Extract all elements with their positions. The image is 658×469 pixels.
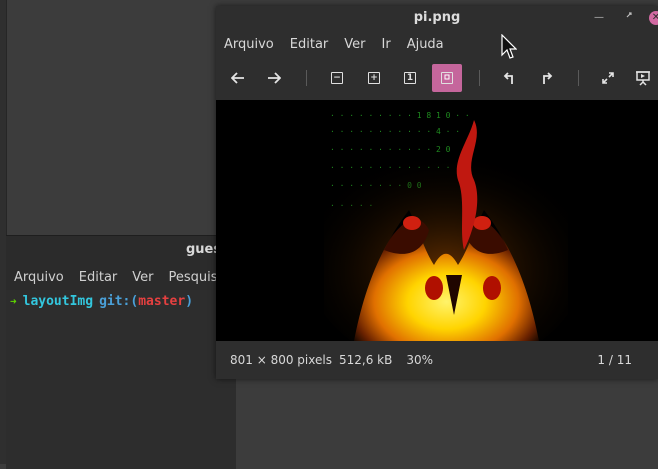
displayed-image: · · · · · · · · · 1 8 1 0 · · · · · · · … [324, 100, 568, 341]
viewer-statusbar: 801 × 800 pixels 512,6 kB 30% 1 / 11 [216, 341, 658, 379]
mouse-pointer-icon [501, 34, 517, 59]
viewer-toolbar: − + 1 [216, 56, 658, 100]
slideshow-button[interactable] [628, 64, 658, 92]
next-image-button[interactable] [259, 64, 289, 92]
rotate-right-icon [543, 72, 553, 84]
previous-image-button[interactable] [223, 64, 253, 92]
close-icon[interactable]: ✕ [649, 11, 658, 25]
image-file-size: 512,6 kB [338, 353, 393, 367]
rotate-left-icon [503, 72, 513, 84]
fullscreen-button[interactable] [593, 64, 623, 92]
minimize-icon[interactable]: — [592, 11, 606, 25]
arrow-right-icon [268, 72, 281, 84]
zoom-out-button[interactable]: − [322, 64, 352, 92]
image-dimensions: 801 × 800 pixels [230, 353, 332, 367]
terminal-titlebar[interactable]: gues [6, 236, 236, 264]
terminal-menu-arquivo[interactable]: Arquivo [14, 270, 64, 285]
svg-text:· · · · · · · · · 1 8 1: · · · · · · · · · 1 8 1 0 · · [330, 111, 470, 120]
normal-size-icon: 1 [404, 72, 416, 84]
prompt-arrow-icon: ➜ [10, 295, 17, 308]
arrow-left-icon [231, 72, 244, 84]
terminal-window[interactable]: gues Arquivo Editar Ver Pesquisar ➜ layo… [6, 235, 236, 469]
viewer-menu-ir[interactable]: Ir [382, 37, 391, 52]
terminal-menubar: Arquivo Editar Ver Pesquisar [6, 264, 236, 290]
viewer-titlebar[interactable]: pi.png — ✕ [216, 6, 658, 32]
image-page-counter: 1 / 11 [597, 353, 632, 367]
rotate-right-button[interactable] [532, 64, 562, 92]
terminal-body[interactable]: ➜ layoutImg git:(master) [6, 290, 236, 469]
fullscreen-icon [602, 72, 614, 84]
viewer-menu-ver[interactable]: Ver [344, 37, 365, 52]
rotate-left-button[interactable] [494, 64, 524, 92]
image-viewer-window[interactable]: pi.png — ✕ Arquivo Editar Ver Ir Ajuda −… [216, 6, 658, 379]
image-canvas[interactable]: · · · · · · · · · 1 8 1 0 · · · · · · · … [216, 100, 658, 341]
terminal-menu-ver[interactable]: Ver [132, 270, 153, 285]
prompt-cwd: layoutImg [22, 294, 94, 309]
svg-text:· · · · · · · · · · · 4: · · · · · · · · · · · 4 · · [330, 127, 460, 136]
viewer-menu-ajuda[interactable]: Ajuda [407, 37, 444, 52]
viewer-menubar: Arquivo Editar Ver Ir Ajuda [216, 32, 658, 56]
viewer-menu-editar[interactable]: Editar [290, 37, 329, 52]
prompt-branch: master [138, 294, 186, 309]
best-fit-icon [441, 72, 453, 84]
terminal-menu-editar[interactable]: Editar [79, 270, 118, 285]
terminal-prompt: ➜ layoutImg git:(master) [6, 294, 236, 309]
best-fit-button[interactable] [432, 64, 462, 92]
toolbar-separator [479, 70, 480, 86]
normal-size-button[interactable]: 1 [395, 64, 425, 92]
maximize-icon[interactable] [623, 11, 637, 25]
slideshow-icon [636, 71, 650, 86]
zoom-in-icon: + [368, 72, 380, 84]
toolbar-separator [578, 70, 579, 86]
zoom-level: 30% [406, 353, 433, 367]
zoom-in-button[interactable]: + [359, 64, 389, 92]
prompt-git: git:(master) [99, 294, 194, 309]
zoom-out-icon: − [331, 72, 343, 84]
toolbar-separator [306, 70, 307, 86]
viewer-menu-arquivo[interactable]: Arquivo [224, 37, 274, 52]
